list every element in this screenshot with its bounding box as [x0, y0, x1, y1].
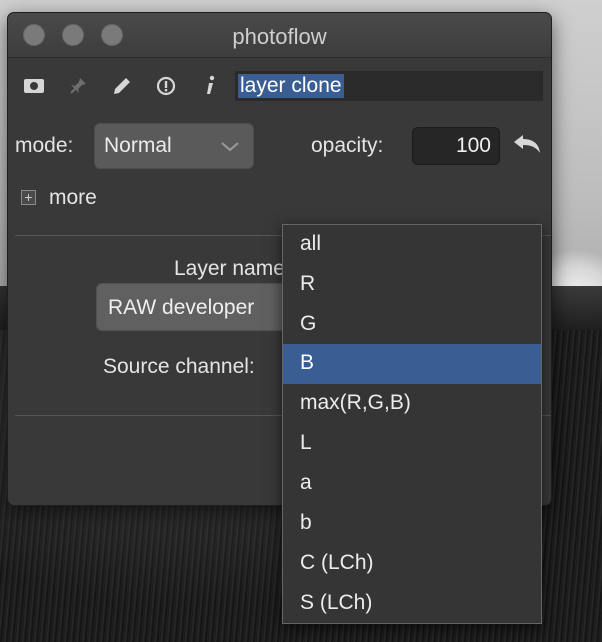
pin-icon[interactable]	[66, 74, 90, 98]
info-circle-icon[interactable]	[154, 74, 178, 98]
menu-item-max-rgb[interactable]: max(R,G,B)	[283, 384, 541, 424]
chevron-down-icon	[219, 135, 241, 162]
visibility-toggle-icon[interactable]	[22, 74, 46, 98]
menu-item-b-selected[interactable]: B	[283, 344, 541, 384]
layer-name-input[interactable]: layer clone	[235, 71, 543, 101]
window-title: photoflow	[232, 24, 327, 49]
menu-item-g[interactable]: G	[283, 305, 541, 345]
blend-mode-value: Normal	[104, 134, 172, 157]
opacity-label: opacity:	[311, 134, 384, 157]
menu-item-b-lab[interactable]: b	[283, 504, 541, 544]
menu-item-a[interactable]: a	[283, 464, 541, 504]
layer-name-label: Layer name	[174, 257, 285, 280]
layer-toolbar: layer clone	[8, 68, 551, 104]
source-layer-button[interactable]: RAW developer	[96, 283, 296, 331]
reset-arrow-icon[interactable]	[512, 133, 542, 162]
expand-plus-icon[interactable]: +	[21, 190, 36, 205]
menu-item-all[interactable]: all	[283, 225, 541, 265]
menu-item-l[interactable]: L	[283, 424, 541, 464]
blend-mode-select[interactable]: Normal	[94, 123, 254, 169]
menu-item-r[interactable]: R	[283, 265, 541, 305]
edit-icon[interactable]	[110, 74, 134, 98]
menu-item-c-lch[interactable]: C (LCh)	[283, 544, 541, 584]
opacity-input[interactable]: 100	[412, 127, 500, 165]
source-layer-label: RAW developer	[108, 296, 255, 319]
menu-item-s-lch[interactable]: S (LCh)	[283, 584, 541, 624]
layer-name-text: layer clone	[238, 74, 344, 98]
more-label[interactable]: more	[49, 186, 97, 210]
mode-label: mode:	[15, 134, 74, 157]
source-channel-label: Source channel:	[103, 355, 255, 378]
source-channel-dropdown-menu: all R G B max(R,G,B) L a b C (LCh) S (LC…	[282, 224, 542, 624]
title-bar[interactable]: photoflow	[8, 13, 551, 58]
info-icon[interactable]	[198, 74, 222, 98]
